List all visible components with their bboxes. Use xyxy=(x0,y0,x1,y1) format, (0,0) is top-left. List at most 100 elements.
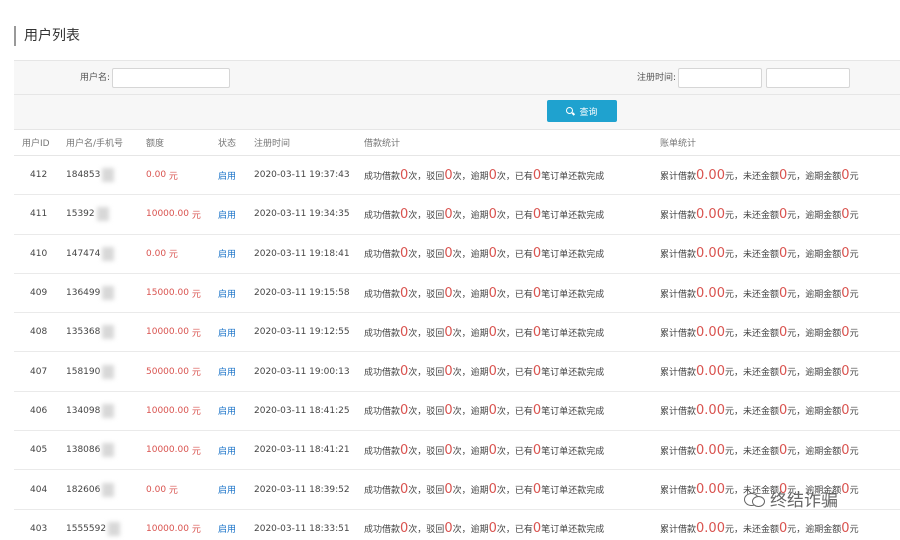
loan-overdue-count: 0 xyxy=(488,521,497,537)
status-link[interactable]: 启用 xyxy=(218,431,236,469)
status-link[interactable]: 启用 xyxy=(218,392,236,430)
user-id: 407 xyxy=(30,366,48,377)
bill-stats-text: 累计借款 xyxy=(660,368,697,379)
table-row[interactable]: 408 135368 10000.00 元 启用 2020-03-11 19:1… xyxy=(14,313,900,353)
status-link[interactable]: 启用 xyxy=(218,195,236,233)
bill-stats-text: 元，未还金额 xyxy=(724,446,779,457)
header-bill-stats: 账单统计 xyxy=(660,139,697,149)
limit-value: 10000.00 xyxy=(146,405,189,416)
user-id: 403 xyxy=(30,523,48,534)
loan-stats-text: 次，驳回 xyxy=(408,250,445,261)
redaction-blur xyxy=(102,364,115,379)
bill-stats-text: 元 xyxy=(849,210,859,221)
loan-stats-text: 次，已有 xyxy=(496,250,533,261)
limit-cell: 10000.00 元 xyxy=(146,431,201,469)
search-icon xyxy=(566,106,575,116)
username: 182606 xyxy=(66,484,101,495)
loan-stats-text: 成功借款 xyxy=(364,171,401,182)
bill-overdue-amount: 0 xyxy=(841,285,850,301)
loan-stats-text: 次，已有 xyxy=(496,446,533,457)
bill-stats-text: 元，未还金额 xyxy=(724,289,779,300)
loan-success-count: 0 xyxy=(400,324,409,340)
bill-total-borrowed: 0.00 xyxy=(696,246,725,262)
status-link[interactable]: 启用 xyxy=(218,313,236,351)
loan-rejected-count: 0 xyxy=(444,324,453,340)
status-link[interactable]: 启用 xyxy=(218,470,236,508)
bill-total-borrowed: 0.00 xyxy=(696,285,725,301)
loan-rejected-count: 0 xyxy=(444,167,453,183)
bill-unpaid-amount: 0 xyxy=(778,285,788,301)
register-time: 2020-03-11 18:33:51 xyxy=(254,523,350,534)
limit-cell: 0.00 元 xyxy=(146,470,178,508)
loan-stats-text: 成功借款 xyxy=(364,525,401,536)
bill-stats-text: 累计借款 xyxy=(660,250,697,261)
loan-repaid-count: 0 xyxy=(532,206,542,222)
bill-stats-text: 元，未还金额 xyxy=(724,210,779,221)
limit-cell: 50000.00 元 xyxy=(146,352,201,390)
table-row[interactable]: 409 136499 15000.00 元 启用 2020-03-11 19:1… xyxy=(14,274,900,314)
register-time: 2020-03-11 18:41:21 xyxy=(254,445,350,456)
loan-repaid-count: 0 xyxy=(532,482,542,498)
status-link[interactable]: 启用 xyxy=(218,235,236,273)
table-row[interactable]: 412 184853 0.00 元 启用 2020-03-11 19:37:43… xyxy=(14,156,900,196)
bill-overdue-amount: 0 xyxy=(841,403,850,419)
table-row[interactable]: 410 147474 0.00 元 启用 2020-03-11 19:18:41… xyxy=(14,235,900,274)
limit-unit: 元 xyxy=(191,407,201,418)
loan-overdue-count: 0 xyxy=(488,403,497,419)
limit-unit: 元 xyxy=(191,368,201,379)
username-cell: 182606 xyxy=(66,470,115,508)
loan-stats-text: 成功借款 xyxy=(364,368,401,379)
table-row[interactable]: 407 158190 50000.00 元 启用 2020-03-11 19:0… xyxy=(14,352,900,392)
bill-stats-text: 元，未还金额 xyxy=(724,368,779,379)
bill-stats-text: 元 xyxy=(849,171,859,182)
register-date-from-input[interactable] xyxy=(678,68,762,88)
header-user-id: 用户ID xyxy=(22,139,50,149)
bill-stats-text: 累计借款 xyxy=(660,407,697,418)
table-row[interactable]: 411 15392 10000.00 元 启用 2020-03-11 19:34… xyxy=(14,195,900,235)
loan-success-count: 0 xyxy=(400,364,409,380)
bill-total-borrowed: 0.00 xyxy=(696,167,725,183)
username: 15392 xyxy=(66,209,95,220)
status-link[interactable]: 启用 xyxy=(218,352,236,390)
loan-stats: 成功借款 0 次，驳回 0 次，逾期 0 次，已有 0 笔订单还款完成 xyxy=(364,510,604,540)
status-link[interactable]: 启用 xyxy=(218,156,236,194)
table-body: 412 184853 0.00 元 启用 2020-03-11 19:37:43… xyxy=(14,156,900,540)
loan-repaid-count: 0 xyxy=(532,324,542,340)
user-id: 409 xyxy=(30,288,48,299)
loan-repaid-count: 0 xyxy=(532,285,542,301)
status-link[interactable]: 启用 xyxy=(218,274,236,312)
loan-overdue-count: 0 xyxy=(488,246,497,262)
loan-stats-text: 次，已有 xyxy=(496,525,533,536)
redaction-blur xyxy=(96,207,109,222)
status-link[interactable]: 启用 xyxy=(218,510,236,540)
loan-stats-text: 次，驳回 xyxy=(408,171,445,182)
bill-unpaid-amount: 0 xyxy=(778,324,788,340)
limit-cell: 10000.00 元 xyxy=(146,392,201,430)
bill-stats-text: 累计借款 xyxy=(660,171,697,182)
search-button-label: 查询 xyxy=(579,107,598,118)
bill-stats-text: 元，逾期金额 xyxy=(787,525,842,536)
search-button[interactable]: 查询 xyxy=(547,100,617,122)
table-row[interactable]: 406 134098 10000.00 元 启用 2020-03-11 18:4… xyxy=(14,392,900,432)
limit-unit: 元 xyxy=(191,210,201,221)
table-row[interactable]: 405 138086 10000.00 元 启用 2020-03-11 18:4… xyxy=(14,431,900,471)
username-input[interactable] xyxy=(112,68,230,88)
bill-stats-text: 元，逾期金额 xyxy=(787,368,842,379)
register-date-to-input[interactable] xyxy=(766,68,850,88)
register-time: 2020-03-11 18:41:25 xyxy=(254,405,350,416)
loan-stats: 成功借款 0 次，驳回 0 次，逾期 0 次，已有 0 笔订单还款完成 xyxy=(364,313,604,351)
loan-rejected-count: 0 xyxy=(444,246,453,262)
username-cell: 158190 xyxy=(66,352,115,390)
loan-rejected-count: 0 xyxy=(444,206,453,222)
bill-stats-text: 元，逾期金额 xyxy=(787,446,842,457)
bill-stats-text: 元 xyxy=(849,250,859,261)
table-row[interactable]: 403 1555592 10000.00 元 启用 2020-03-11 18:… xyxy=(14,510,900,540)
username-cell: 1555592 xyxy=(66,510,121,540)
username: 1555592 xyxy=(66,523,107,534)
loan-rejected-count: 0 xyxy=(444,364,453,380)
bill-stats-text: 元 xyxy=(849,525,859,536)
limit-value: 10000.00 xyxy=(146,445,189,456)
loan-rejected-count: 0 xyxy=(444,285,453,301)
username: 147474 xyxy=(66,248,101,259)
loan-stats-text: 次，驳回 xyxy=(408,486,445,497)
